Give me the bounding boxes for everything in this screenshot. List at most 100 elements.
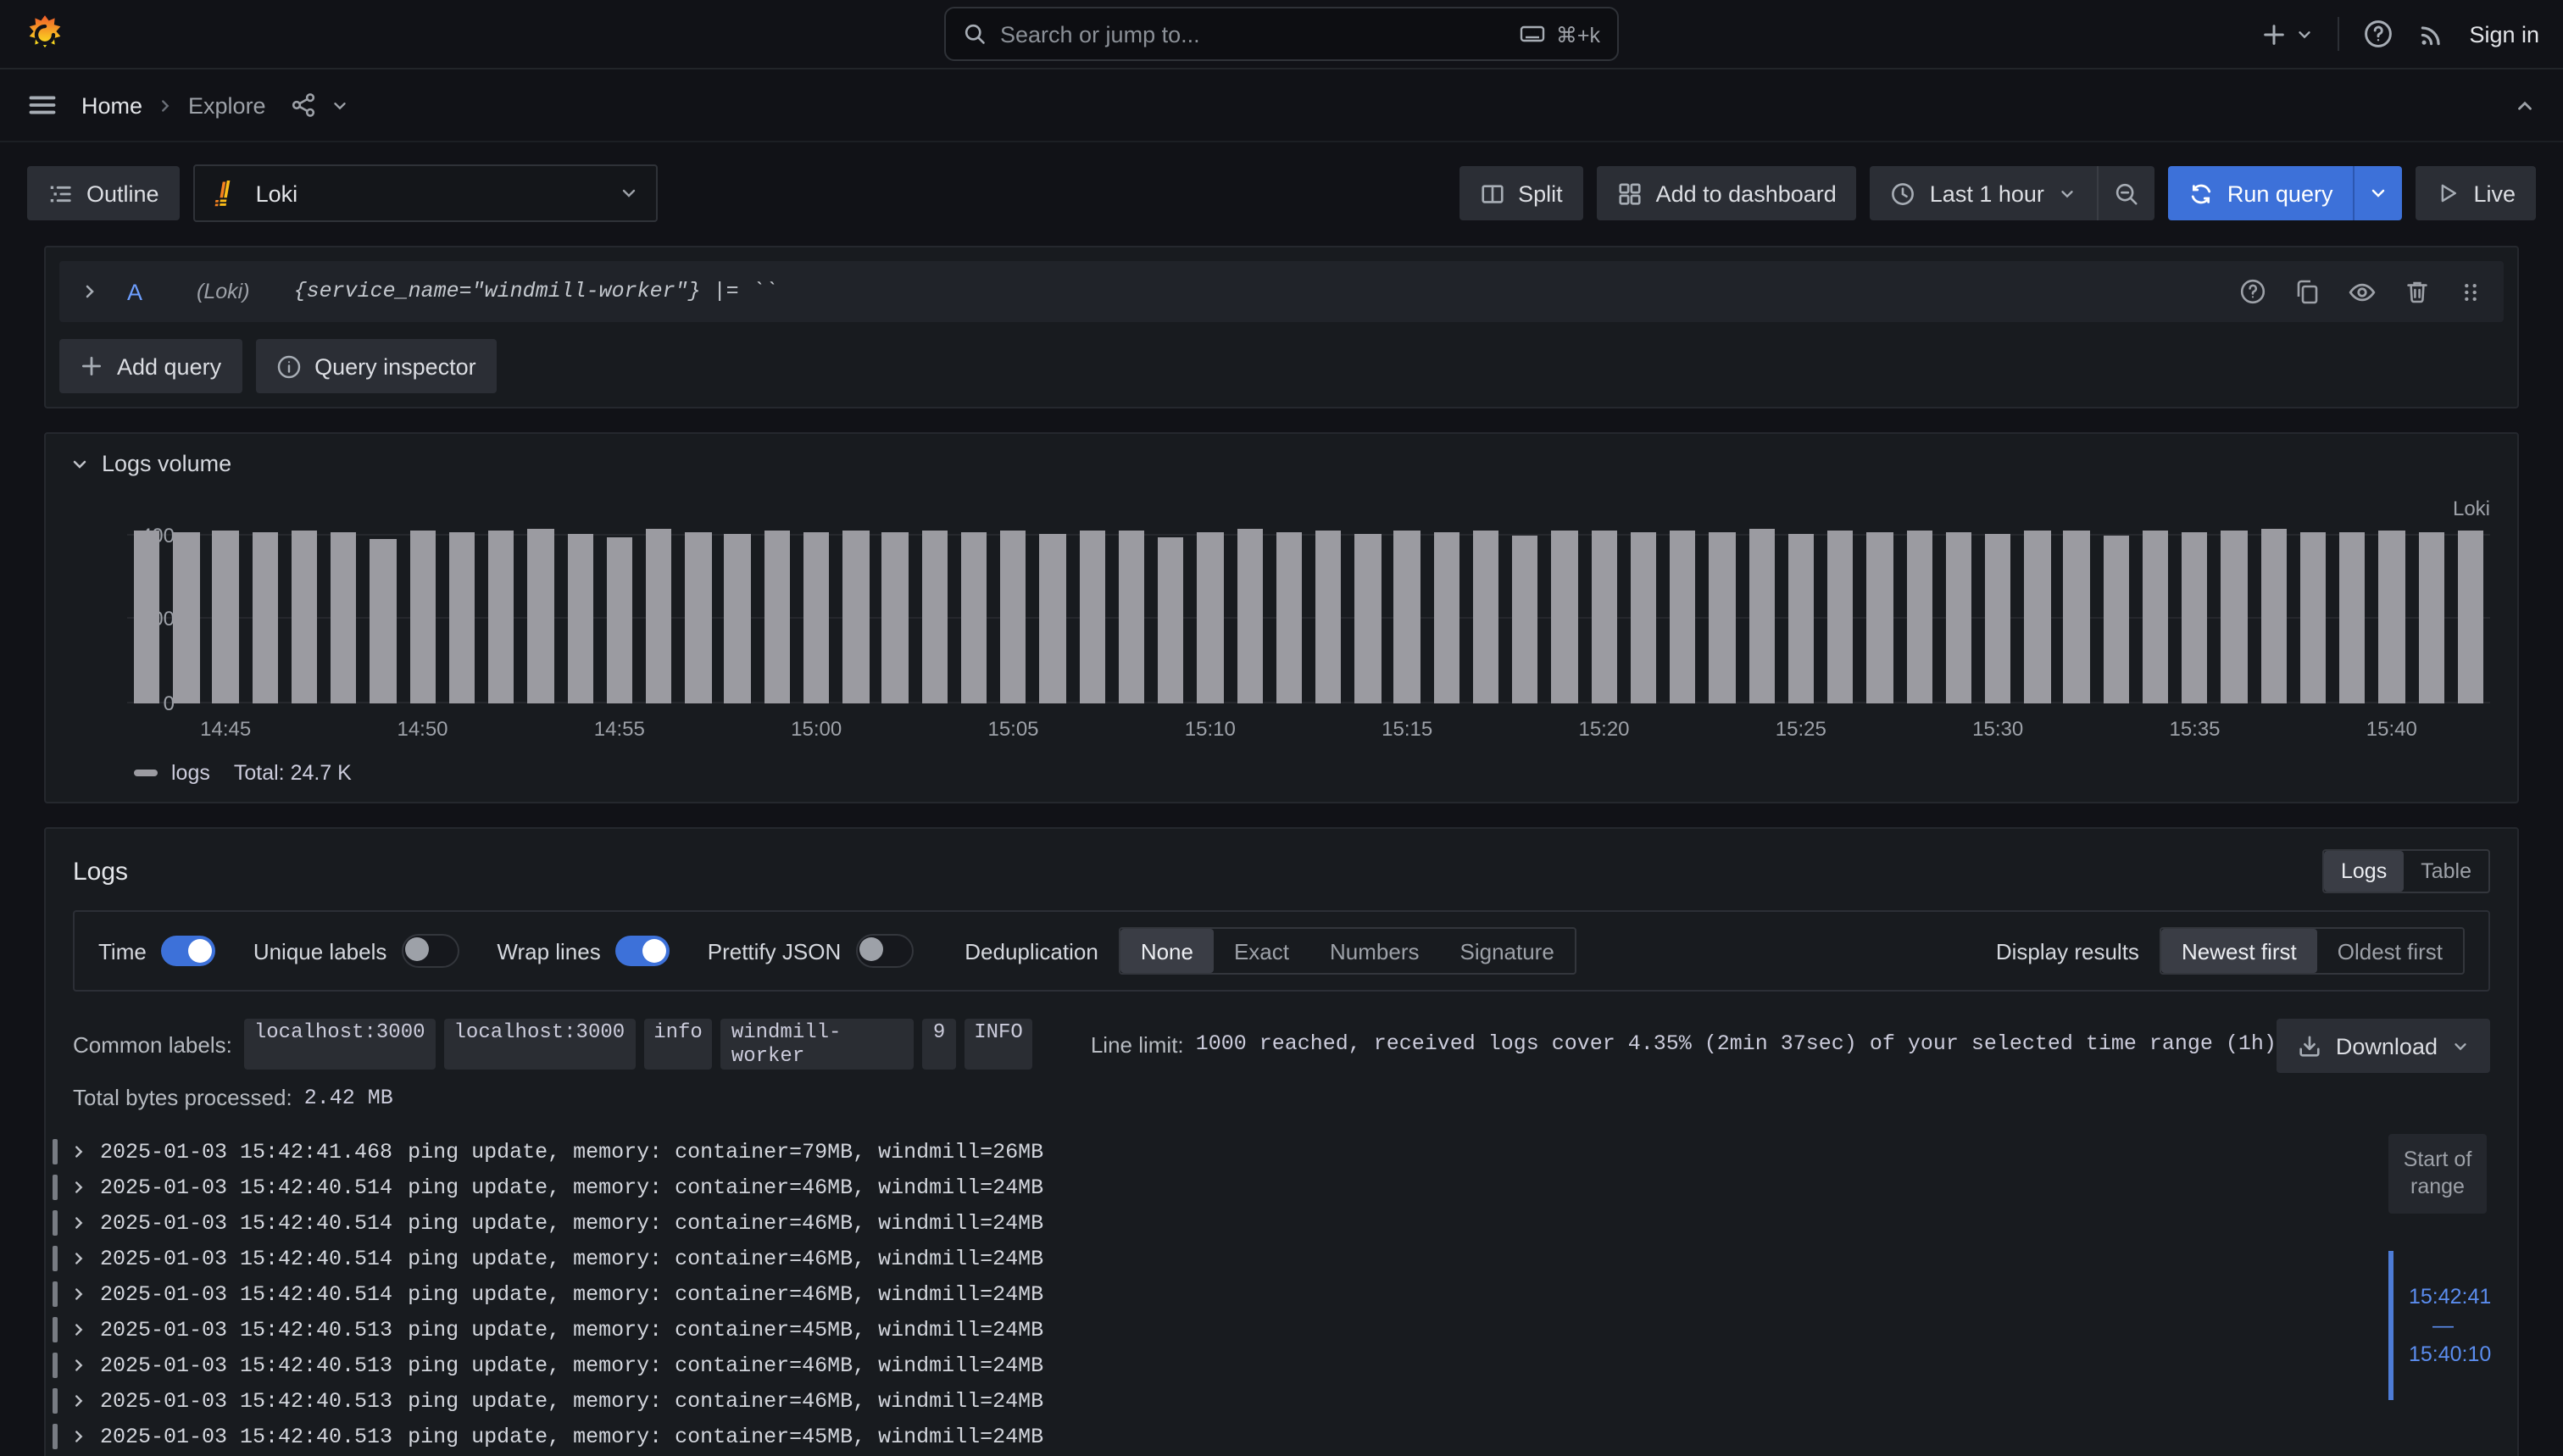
common-label-badge[interactable]: info <box>643 1019 713 1070</box>
logs-volume-header[interactable]: Logs volume <box>66 447 2497 476</box>
share-icon[interactable] <box>290 92 317 119</box>
zoom-out-button[interactable] <box>2097 166 2154 220</box>
unique-labels-switch[interactable] <box>402 934 459 968</box>
menu-toggle-icon[interactable] <box>27 90 58 120</box>
volume-bar[interactable] <box>2024 531 2050 703</box>
volume-bar[interactable] <box>2379 530 2405 703</box>
dedup-option-none[interactable]: None <box>1120 929 1214 973</box>
volume-bar[interactable] <box>370 539 397 703</box>
logs-volume-plot[interactable]: 020040014:4514:5014:5515:0015:0515:1015:… <box>127 527 2490 703</box>
volume-bar[interactable] <box>1276 532 1303 703</box>
volume-bar[interactable] <box>1158 536 1184 703</box>
volume-bar[interactable] <box>1906 530 1932 703</box>
query-row[interactable]: A (Loki) {service_name="windmill-worker"… <box>59 261 2504 322</box>
volume-bar[interactable] <box>764 531 790 703</box>
log-row[interactable]: 2025-01-03 15:42:40.513ping update, memo… <box>53 1348 2365 1383</box>
volume-bar[interactable] <box>921 531 948 703</box>
sign-in-link[interactable]: Sign in <box>2469 21 2539 47</box>
download-button[interactable]: Download <box>2277 1019 2490 1073</box>
volume-bar[interactable] <box>1552 531 1578 703</box>
volume-bar[interactable] <box>2143 531 2169 703</box>
volume-bar[interactable] <box>331 531 357 703</box>
volume-bar[interactable] <box>2260 530 2287 704</box>
legend-series-name[interactable]: logs <box>171 761 210 785</box>
volume-bar[interactable] <box>1119 531 1145 703</box>
volume-bar[interactable] <box>409 531 436 703</box>
volume-bar[interactable] <box>2221 531 2248 703</box>
volume-bar[interactable] <box>842 530 869 703</box>
volume-bar[interactable] <box>2458 531 2484 703</box>
new-menu-button[interactable] <box>2260 21 2313 47</box>
news-rss-icon[interactable] <box>2416 19 2445 48</box>
expand-log-row-icon[interactable] <box>69 1249 88 1268</box>
volume-bar[interactable] <box>1867 532 1893 703</box>
outline-button[interactable]: Outline <box>27 166 180 220</box>
search-input[interactable]: Search or jump to... ⌘+k <box>944 7 1619 61</box>
volume-bar[interactable] <box>1512 536 1538 703</box>
volume-bar[interactable] <box>1000 530 1026 703</box>
help-icon[interactable] <box>2362 19 2393 49</box>
collapse-top-icon[interactable] <box>2514 94 2536 116</box>
volume-bar[interactable] <box>292 530 318 703</box>
volume-bar[interactable] <box>1079 531 1105 703</box>
volume-bar[interactable] <box>528 530 554 704</box>
view-option-logs[interactable]: Logs <box>2324 851 2404 892</box>
datasource-picker[interactable]: Loki <box>193 164 658 222</box>
common-label-badge[interactable]: localhost:3000 <box>244 1019 436 1070</box>
volume-bar[interactable] <box>252 532 278 703</box>
log-row[interactable]: 2025-01-03 15:42:40.514ping update, memo… <box>53 1241 2365 1276</box>
run-query-caret-button[interactable] <box>2353 166 2402 220</box>
volume-bar[interactable] <box>1354 533 1381 703</box>
common-label-badge[interactable]: localhost:3000 <box>444 1019 636 1070</box>
volume-bar[interactable] <box>725 533 751 703</box>
query-collapse-icon[interactable] <box>80 281 100 302</box>
volume-bar[interactable] <box>488 530 514 703</box>
volume-bar[interactable] <box>1670 531 1696 703</box>
volume-bar[interactable] <box>1945 531 1971 703</box>
view-option-table[interactable]: Table <box>2404 851 2488 892</box>
expand-log-row-icon[interactable] <box>69 1142 88 1161</box>
common-label-badge[interactable]: INFO <box>964 1019 1033 1070</box>
volume-bar[interactable] <box>173 533 199 703</box>
volume-bar[interactable] <box>213 531 239 703</box>
common-label-badge[interactable]: windmill-worker <box>721 1019 915 1070</box>
common-label-badge[interactable]: 9 <box>923 1019 955 1070</box>
query-inspector-button[interactable]: Query inspector <box>255 339 497 393</box>
volume-bar[interactable] <box>2103 536 2129 703</box>
prettify-json-switch[interactable] <box>856 934 914 968</box>
volume-bar[interactable] <box>2339 531 2366 703</box>
expand-log-row-icon[interactable] <box>69 1356 88 1375</box>
expand-log-row-icon[interactable] <box>69 1285 88 1303</box>
dedup-option-exact[interactable]: Exact <box>1214 929 1309 973</box>
volume-bar[interactable] <box>2418 532 2444 703</box>
dedup-option-signature[interactable]: Signature <box>1440 929 1575 973</box>
volume-bar[interactable] <box>567 534 593 703</box>
volume-bar[interactable] <box>449 532 475 703</box>
expand-log-row-icon[interactable] <box>69 1178 88 1197</box>
volume-bar[interactable] <box>1315 531 1342 703</box>
volume-bar[interactable] <box>134 531 160 703</box>
volume-bar[interactable] <box>1827 531 1854 703</box>
run-query-button[interactable]: Run query <box>2168 166 2354 220</box>
unique-labels-toggle[interactable]: Unique labels <box>253 934 460 968</box>
live-button[interactable]: Live <box>2416 166 2536 220</box>
volume-bar[interactable] <box>646 529 672 704</box>
logs-volume-collapse-icon[interactable] <box>69 453 90 474</box>
expand-log-row-icon[interactable] <box>69 1427 88 1446</box>
volume-bar[interactable] <box>1237 530 1263 704</box>
volume-bar[interactable] <box>882 533 909 703</box>
expand-log-row-icon[interactable] <box>69 1320 88 1339</box>
split-button[interactable]: Split <box>1459 166 1583 220</box>
volume-bar[interactable] <box>1040 534 1066 703</box>
time-range-button[interactable]: Last 1 hour <box>1871 166 2097 220</box>
duplicate-query-icon[interactable] <box>2293 278 2321 305</box>
volume-bar[interactable] <box>1985 533 2011 703</box>
expand-log-row-icon[interactable] <box>69 1392 88 1410</box>
volume-bar[interactable] <box>803 532 830 703</box>
add-to-dashboard-button[interactable]: Add to dashboard <box>1597 166 1857 220</box>
log-row[interactable]: 2025-01-03 15:42:40.513ping update, memo… <box>53 1312 2365 1348</box>
breadcrumb-explore[interactable]: Explore <box>188 92 266 118</box>
log-row[interactable]: 2025-01-03 15:42:40.513ping update, memo… <box>53 1419 2365 1454</box>
log-row[interactable]: 2025-01-03 15:42:40.513ping update, memo… <box>53 1383 2365 1419</box>
volume-bar[interactable] <box>2064 530 2090 703</box>
